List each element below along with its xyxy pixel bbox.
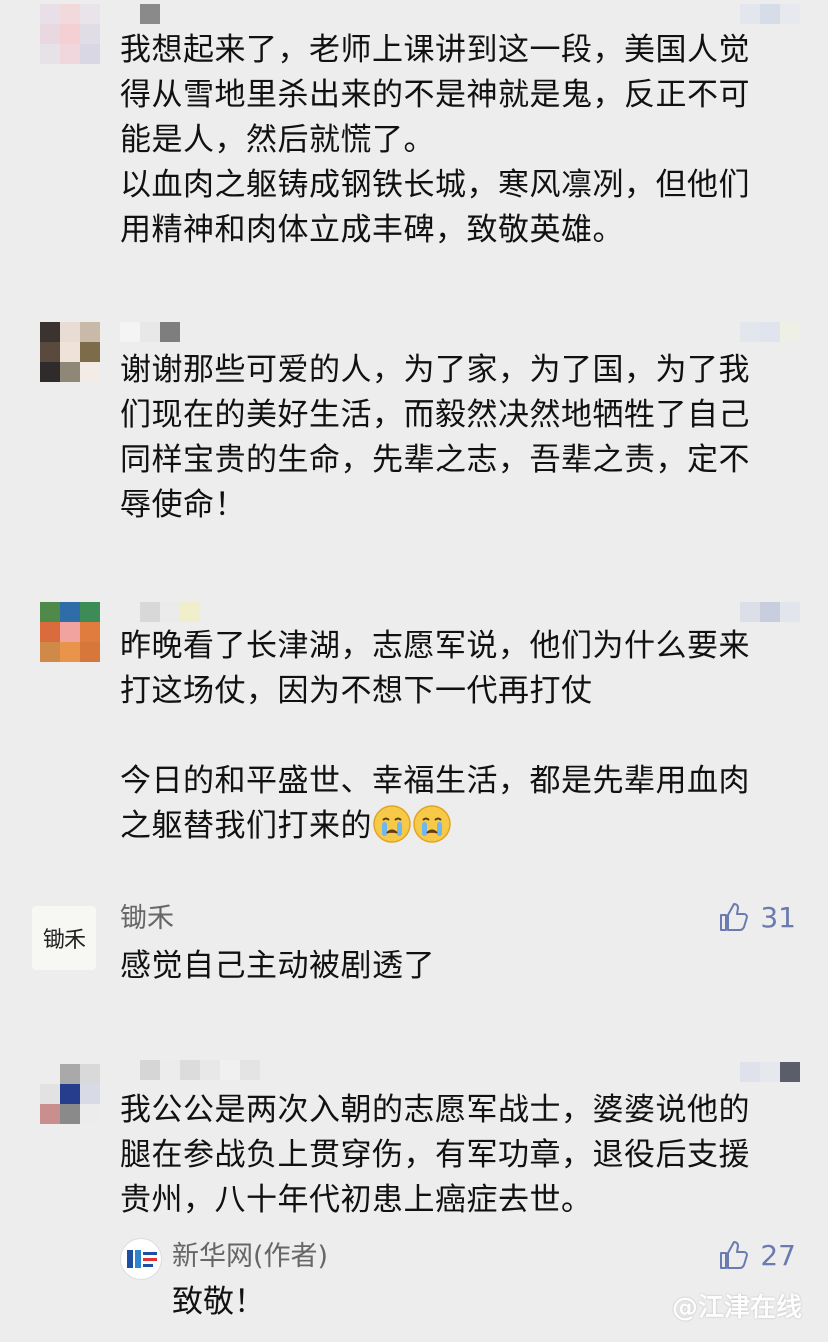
comment-text: 昨晚看了长津湖，志愿军说，他们为什么要来 打这场仗，因为不想下一代再打仗 今日的…	[120, 624, 800, 849]
thumbs-up-icon	[720, 903, 749, 931]
comment-text: 我公公是两次入朝的志愿军战士，婆婆说他的 腿在参战负上贯穿伤，有军功章，退役后支…	[120, 1092, 750, 1218]
reply-text: 致敬！	[172, 1284, 265, 1320]
author-name[interactable]: 新华网(作者)	[172, 1240, 328, 1274]
like-count: 31	[760, 900, 796, 934]
avatar[interactable]	[40, 4, 100, 64]
comment-text: 谢谢那些可爱的人，为了家，为了国，为了我 们现在的美好生活，而毅然决然地牺牲了自…	[120, 352, 750, 523]
like-obscured	[740, 1062, 800, 1082]
crying-face-emoji	[373, 805, 411, 843]
avatar[interactable]	[40, 602, 100, 662]
avatar[interactable]	[40, 322, 100, 382]
author-avatar[interactable]	[120, 1238, 162, 1280]
like-obscured	[740, 322, 800, 342]
username[interactable]: 锄禾	[120, 902, 174, 936]
comment-text: 感觉自己主动被剧透了	[120, 948, 435, 984]
like-obscured	[740, 4, 800, 24]
like-button[interactable]: 27	[716, 1238, 796, 1272]
watermark: @江津在线	[671, 1293, 802, 1323]
thumbs-up-icon	[720, 1241, 749, 1269]
username-obscured	[120, 322, 180, 342]
avatar[interactable]: 锄禾	[32, 906, 96, 970]
like-count: 27	[760, 1238, 796, 1272]
username-obscured	[140, 602, 200, 622]
username-obscured	[140, 1060, 260, 1080]
username-obscured	[140, 4, 160, 24]
comment-text: 我想起来了，老师上课讲到这一段，美国人觉 得从雪地里杀出来的不是神就是鬼，反正不…	[120, 32, 750, 248]
xinhua-logo-icon	[127, 1250, 157, 1268]
like-button[interactable]: 31	[716, 900, 796, 934]
like-obscured	[740, 602, 800, 622]
crying-face-emoji	[413, 805, 451, 843]
avatar[interactable]	[40, 1064, 100, 1124]
